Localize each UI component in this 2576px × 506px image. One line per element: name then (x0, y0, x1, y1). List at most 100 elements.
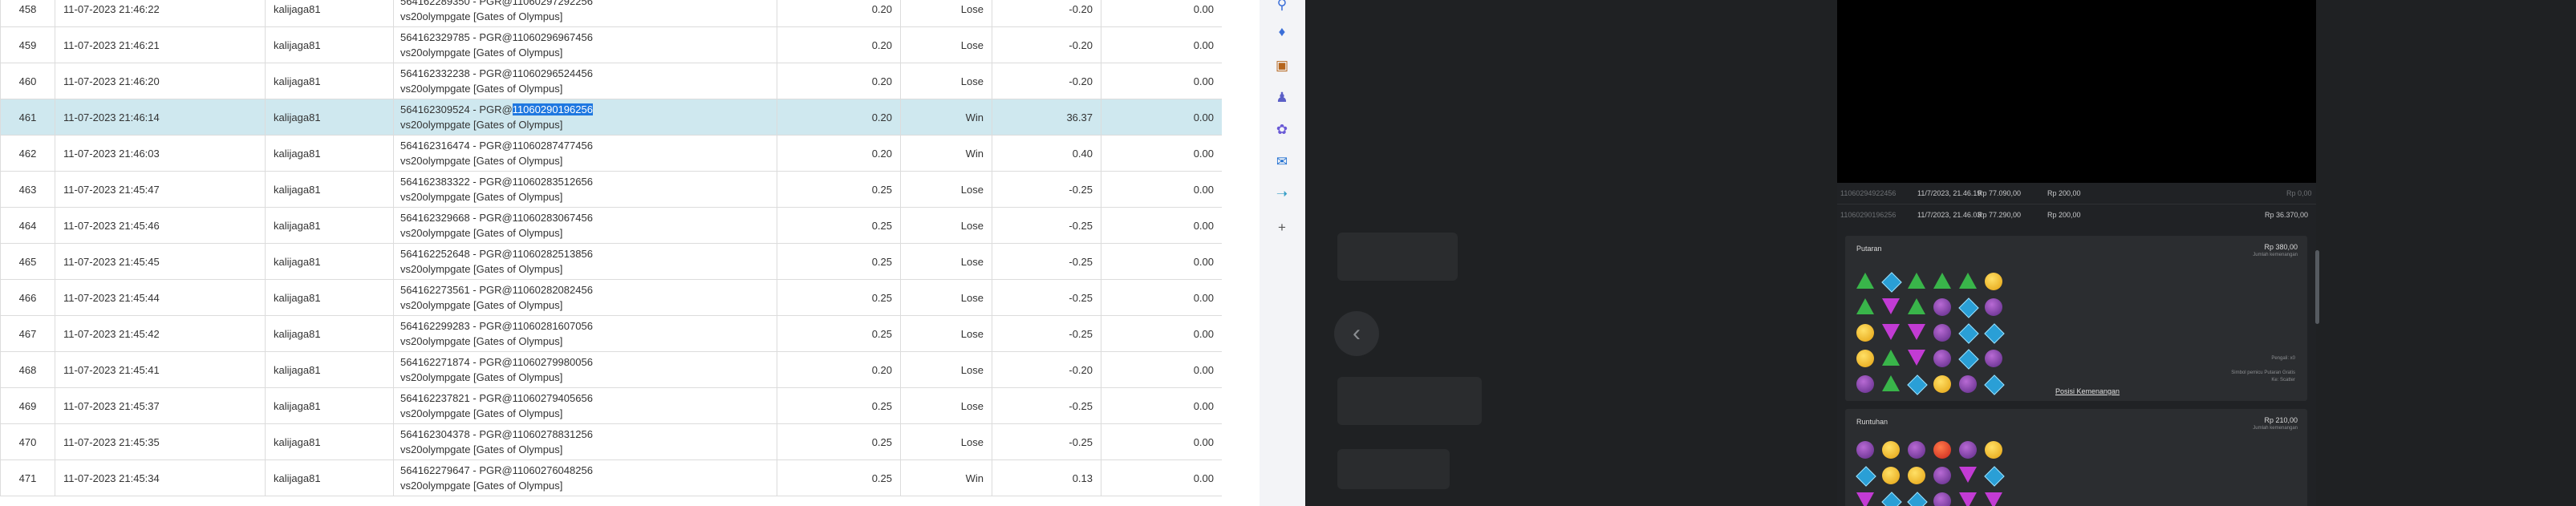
jackpot-amount: 0.00 (1101, 351, 1222, 388)
previous-button[interactable]: ‹ (1334, 311, 1379, 356)
win-loss-amount: -0.20 (992, 26, 1101, 63)
reel-grid (1856, 272, 2005, 395)
reel-symbol (1882, 324, 1901, 343)
briefcase-icon[interactable]: ▣ (1272, 56, 1292, 75)
table-row[interactable]: 464 11-07-2023 21:45:46 kalijaga81 56416232… (0, 207, 1222, 244)
result-status: Lose (900, 26, 992, 63)
reel-symbol (1856, 441, 1876, 460)
jackpot-amount: 0.00 (1101, 63, 1222, 99)
purple-gem-icon (1959, 467, 1977, 483)
table-row[interactable]: 468 11-07-2023 21:45:41 kalijaga81 56416227… (0, 351, 1222, 388)
table-row[interactable]: 458 11-07-2023 21:46:22 kalijaga81 56416228… (0, 0, 1222, 27)
result-status: Lose (900, 423, 992, 460)
row-number: 468 (0, 351, 55, 388)
row-number: 466 (0, 279, 55, 316)
jackpot-amount: 0.00 (1101, 315, 1222, 352)
add-icon[interactable]: + (1272, 218, 1292, 237)
shopping-cart-icon[interactable]: ➝ (1272, 184, 1292, 204)
round-details-panel: 11060294922456 11/7/2023, 21.46.19 Rp 77… (1837, 183, 2316, 506)
jackpot-amount: 0.00 (1101, 279, 1222, 316)
game-reference: 564162299283 - PGR@11060281607056 vs20oly… (393, 315, 777, 352)
table-row[interactable]: 466 11-07-2023 21:45:44 kalijaga81 56416227… (0, 279, 1222, 316)
selected-text[interactable]: 11060290196256 (512, 103, 593, 115)
win-loss-amount: -0.25 (992, 279, 1101, 316)
transaction-row[interactable]: 11060290196256 11/7/2023, 21.46.03 Rp 77… (1837, 204, 2316, 225)
reel-symbol (1933, 441, 1953, 460)
bet-time: 11-07-2023 21:45:42 (55, 315, 266, 352)
transaction-row[interactable]: 11060294922456 11/7/2023, 21.46.19 Rp 77… (1837, 183, 2316, 204)
reel-symbol (1908, 273, 1927, 292)
table-row[interactable]: 459 11-07-2023 21:46:21 kalijaga81 56416232… (0, 26, 1222, 63)
game-reference: 564162329668 - PGR@11060283067456 vs20oly… (393, 207, 777, 244)
reel-symbol (1881, 492, 1902, 506)
reel-symbol (1985, 492, 2004, 506)
purple-gem-icon (1908, 350, 1925, 366)
reel-symbol (1908, 350, 1927, 369)
table-row[interactable]: 469 11-07-2023 21:45:37 kalijaga81 56416223… (0, 387, 1222, 424)
row-number: 465 (0, 243, 55, 280)
reel-symbol (1959, 273, 1978, 292)
purple-orb-icon (1933, 324, 1951, 342)
row-number: 467 (0, 315, 55, 352)
blue-gem-icon (1907, 374, 1928, 395)
reel-symbol (1933, 350, 1953, 369)
game-reference: 564162279647 - PGR@11060276048256 vs20oly… (393, 459, 777, 496)
table-row[interactable]: 467 11-07-2023 21:45:42 kalijaga81 56416229… (0, 315, 1222, 352)
purple-orb-icon (1933, 298, 1951, 316)
table-row[interactable]: 463 11-07-2023 21:45:47 kalijaga81 56416238… (0, 171, 1222, 208)
table-scroll-gutter (1222, 0, 1260, 506)
bet-amount: 0.20 (777, 99, 901, 136)
green-gem-icon (1882, 350, 1900, 366)
win-loss-amount: -0.25 (992, 423, 1101, 460)
reel-symbol (1882, 467, 1901, 486)
win-loss-amount: -0.20 (992, 63, 1101, 99)
game-reference: 564162304378 - PGR@11060278831256 vs20oly… (393, 423, 777, 460)
tag-icon[interactable]: ♦ (1272, 22, 1292, 42)
reel-symbol (1856, 492, 1876, 506)
reel-symbol (1933, 273, 1953, 292)
result-status: Win (900, 459, 992, 496)
spin-amount: Rp 380,00 (2264, 243, 2298, 251)
table-row[interactable]: 465 11-07-2023 21:45:45 kalijaga81 56416225… (0, 243, 1222, 280)
bet-amount: 0.25 (777, 279, 901, 316)
reel-symbol (1856, 298, 1876, 318)
panel-scrollbar[interactable] (2315, 250, 2319, 324)
reel-symbol (1908, 324, 1927, 343)
table-row[interactable]: 470 11-07-2023 21:45:35 kalijaga81 56416230… (0, 423, 1222, 460)
win-loss-amount: -0.25 (992, 243, 1101, 280)
reel-symbol (1856, 350, 1876, 369)
tumble-amount: Rp 210,00 (2264, 416, 2298, 424)
game-reference: 564162383322 - PGR@11060283512656 vs20oly… (393, 171, 777, 208)
purple-gem-icon (1882, 324, 1900, 340)
win-loss-amount: -0.20 (992, 0, 1101, 27)
win-loss-amount: 36.37 (992, 99, 1101, 136)
bet-amount: 0.20 (777, 63, 901, 99)
copilot-icon[interactable]: ✿ (1272, 120, 1292, 140)
username: kalijaga81 (265, 459, 394, 496)
table-row[interactable]: 462 11-07-2023 21:46:03 kalijaga81 56416231… (0, 135, 1222, 172)
bet-amount: 0.25 (777, 207, 901, 244)
people-icon[interactable]: ♟ (1272, 88, 1292, 107)
jackpot-amount: 0.00 (1101, 26, 1222, 63)
blue-gem-icon (1856, 466, 1876, 487)
outlook-icon[interactable]: ✉ (1272, 152, 1292, 172)
purple-orb-icon (1985, 350, 2002, 367)
table-row[interactable]: 471 11-07-2023 21:45:34 kalijaga81 56416227… (0, 459, 1222, 496)
purple-orb-icon (1959, 375, 1977, 393)
jackpot-amount: 0.00 (1101, 243, 1222, 280)
username: kalijaga81 (265, 279, 394, 316)
reel-symbol (1984, 323, 2005, 344)
table-row[interactable]: 460 11-07-2023 21:46:20 kalijaga81 56416233… (0, 63, 1222, 99)
replay-video-area (1837, 0, 2316, 183)
game-reference: 564162329785 - PGR@11060296967456 vs20oly… (393, 26, 777, 63)
table-row[interactable]: 461 11-07-2023 21:46:14 kalijaga81 56416230… (0, 99, 1222, 136)
reel-symbol (1908, 298, 1927, 318)
background-placeholder (1337, 449, 1450, 489)
search-icon[interactable]: ⚲ (1272, 0, 1292, 14)
username: kalijaga81 (265, 315, 394, 352)
winning-positions-link[interactable]: Posisi Kemenangan (2055, 387, 2120, 395)
reel-symbol (1933, 467, 1953, 486)
green-gem-icon (1856, 273, 1874, 289)
crown-icon (1882, 467, 1900, 484)
green-gem-icon (1908, 298, 1925, 314)
